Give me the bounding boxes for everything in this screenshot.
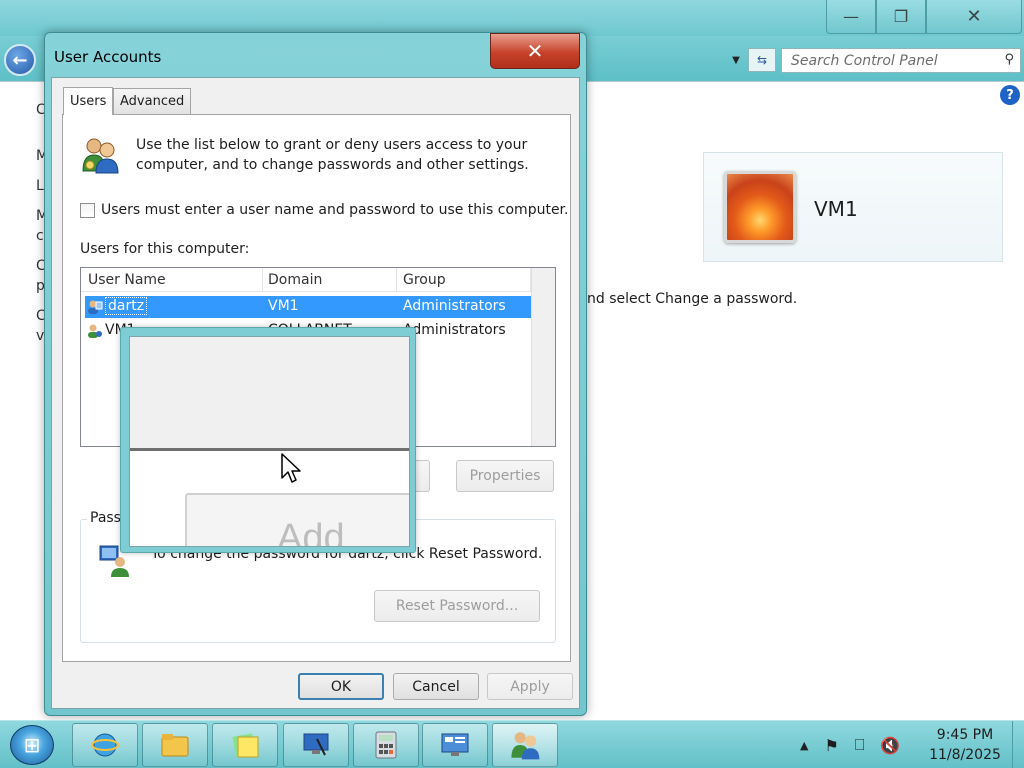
- start-button[interactable]: ⊞: [10, 725, 54, 765]
- users-list-label: Users for this computer:: [80, 241, 250, 257]
- close-icon: ✕: [966, 6, 982, 27]
- change-password-hint: nd select Change a password.: [587, 291, 798, 307]
- taskbar-remote-desktop[interactable]: [283, 723, 349, 767]
- list-scrollbar[interactable]: [531, 268, 555, 446]
- user-card: VM1: [703, 152, 1003, 262]
- close-icon: ✕: [526, 39, 544, 63]
- group-cell: Administrators: [403, 298, 506, 314]
- opening-window-preview: Add: [120, 327, 416, 553]
- refresh-button[interactable]: ⇆: [748, 48, 776, 72]
- taskbar-sticky-notes[interactable]: [212, 723, 278, 767]
- taskbar: ⊞ ▲ ⚑ ⎕ 🔇 9:45 PM 11/8/2025: [0, 720, 1024, 768]
- table-row[interactable]: dartz VM1 Administrators: [85, 296, 531, 318]
- calculator-icon: [375, 731, 397, 759]
- require-password-row: Users must enter a user name and passwor…: [80, 202, 568, 218]
- users-icon: [511, 732, 540, 760]
- clock-time: 9:45 PM: [936, 727, 994, 743]
- sticky-note-icon: [232, 733, 259, 758]
- group-cell: Administrators: [403, 322, 506, 338]
- close-window-button[interactable]: ✕: [926, 0, 1022, 34]
- sidebar-link-fragment[interactable]: c: [36, 228, 44, 244]
- globe-icon: [91, 733, 119, 757]
- dialog-title: User Accounts: [54, 48, 162, 66]
- column-user-name[interactable]: User Name: [88, 272, 166, 288]
- action-center-flag-icon[interactable]: ⚑: [824, 736, 838, 755]
- properties-button[interactable]: Properties: [456, 460, 554, 492]
- taskbar-clock[interactable]: 9:45 PM 11/8/2025: [925, 725, 1005, 765]
- chevron-down-icon: ▼: [732, 54, 740, 66]
- preview-body: Add: [129, 336, 410, 547]
- clock-date: 11/8/2025: [929, 747, 1001, 763]
- ok-button[interactable]: OK: [298, 673, 384, 700]
- add-button-preview: Add: [185, 493, 409, 547]
- apply-button[interactable]: Apply: [487, 673, 573, 700]
- network-icon[interactable]: ⎕: [855, 735, 865, 755]
- intro-text: Use the list below to grant or deny user…: [136, 137, 529, 173]
- cancel-button[interactable]: Cancel: [393, 673, 479, 700]
- user-picture[interactable]: [724, 171, 796, 243]
- list-header: User Name Domain Group: [81, 268, 531, 292]
- system-tray: ▲ ⚑ ⎕ 🔇: [800, 735, 900, 755]
- monitor-icon: [303, 733, 329, 756]
- back-arrow-icon: ←: [12, 49, 28, 71]
- restore-icon: ❐: [893, 7, 909, 26]
- reset-password-button[interactable]: Reset Password...: [374, 590, 540, 622]
- taskbar-control-panel[interactable]: [422, 723, 488, 767]
- restore-button[interactable]: ❐: [876, 0, 926, 34]
- taskbar-internet-explorer[interactable]: [72, 723, 138, 767]
- back-button[interactable]: ←: [4, 44, 36, 76]
- taskbar-user-accounts[interactable]: [492, 723, 558, 767]
- show-hidden-icons-icon[interactable]: ▲: [800, 739, 808, 752]
- column-group[interactable]: Group: [403, 272, 446, 288]
- taskbar-calculator[interactable]: [353, 723, 419, 767]
- users-icon: [82, 138, 119, 174]
- address-dropdown[interactable]: ▼: [726, 50, 746, 70]
- search-input[interactable]: Search Control Panel ⚲: [781, 48, 1021, 73]
- dialog-close-button[interactable]: ✕: [490, 33, 580, 69]
- column-divider[interactable]: [396, 268, 397, 292]
- sidebar-link-fragment[interactable]: L: [36, 178, 44, 194]
- search-icon[interactable]: ⚲: [1004, 52, 1014, 67]
- column-divider[interactable]: [262, 268, 263, 292]
- require-password-label[interactable]: Users must enter a user name and passwor…: [101, 202, 568, 218]
- user-icon: [88, 324, 102, 338]
- search-placeholder: Search Control Panel: [791, 52, 938, 69]
- tab-advanced[interactable]: Advanced: [113, 88, 192, 114]
- require-password-checkbox[interactable]: [80, 202, 95, 218]
- user-icon: [88, 300, 103, 314]
- refresh-icon: ⇆: [756, 53, 768, 67]
- preview-header: [130, 337, 409, 451]
- volume-muted-icon[interactable]: 🔇: [880, 736, 900, 755]
- user-name-cell: dartz: [105, 297, 148, 315]
- folder-icon: [161, 734, 189, 757]
- column-domain[interactable]: Domain: [268, 272, 322, 288]
- taskbar-explorer[interactable]: [142, 723, 208, 767]
- show-desktop-button[interactable]: [1012, 721, 1024, 768]
- windows-logo-icon: ⊞: [23, 733, 41, 757]
- control-panel-icon: [441, 733, 469, 756]
- add-button-label: Add: [277, 517, 345, 547]
- domain-cell: VM1: [268, 298, 299, 314]
- minimize-icon: —: [843, 7, 859, 26]
- tab-users[interactable]: Users: [63, 87, 114, 115]
- mouse-cursor-icon: [281, 453, 301, 483]
- help-icon[interactable]: ?: [1000, 85, 1020, 105]
- user-card-name: VM1: [814, 197, 858, 221]
- minimize-button[interactable]: —: [826, 0, 876, 34]
